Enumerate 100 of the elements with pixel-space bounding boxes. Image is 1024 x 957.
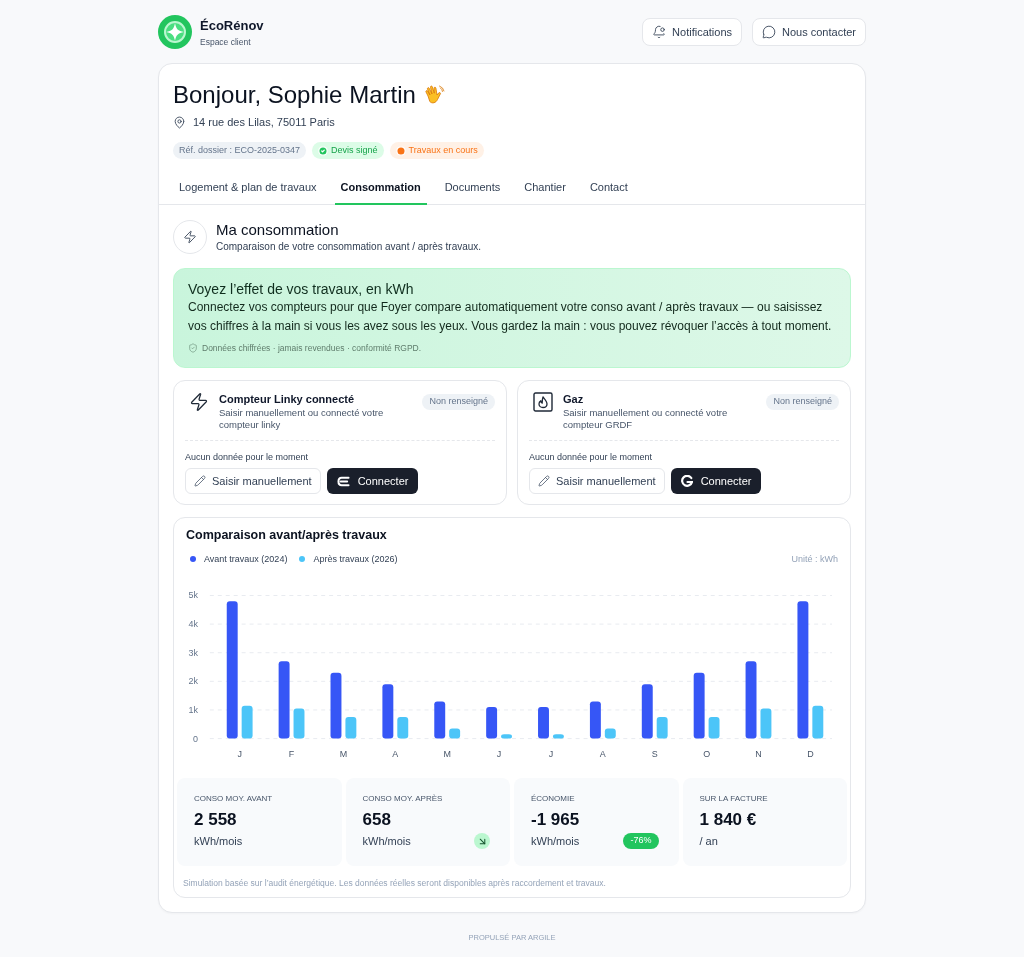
flame-icon [533,392,553,412]
x-axis-label: F [288,749,295,760]
stat-unit: kWh/mois [531,834,580,848]
manual-entry-button[interactable]: Saisir manuellement [185,468,321,494]
chart-bar [760,708,772,739]
pencil-icon [538,475,550,487]
status-badge: Réf. dossier : ECO-2025-0347 [173,142,307,159]
empty-state-text: Aucun donnée pour le moment [529,451,654,463]
status-badge: Travaux en cours [389,142,484,159]
chart-bar [293,708,305,739]
chart-bar [812,705,824,739]
chart-bar [382,684,394,739]
y-axis-label: 5k [188,590,198,601]
y-axis-label: 4k [188,619,198,630]
x-axis-label: S [651,749,658,760]
stat-value: 2 558 [194,809,238,831]
x-axis-label: J [237,749,242,760]
contact-button[interactable]: Nous contacter [752,18,866,46]
stat-label: CONSO MOY. APRÈS [362,793,444,805]
chart-bar [330,672,342,739]
empty-state-text: Aucun donnée pour le moment [185,451,310,463]
chart-bar [241,705,253,739]
section-subtitle: Comparaison de votre consommation avant / après travaux. [216,240,482,254]
unit-label: Unité : kWh [791,553,838,565]
stat-label: SUR LA FACTURE [699,793,769,805]
simulation-note: Simulation basée sur l’audit énergétique. Les données réelles seront disponibles après raccordement et travaux. [182,877,607,889]
chart-bar [656,717,668,739]
chart-bar [693,672,705,739]
status-badge: Non renseigné [422,394,495,410]
connect-button[interactable]: Connecter [670,468,762,494]
chart-bar [604,728,616,739]
brand-name: ÉcoRénov [200,16,264,34]
chart-bar [552,734,564,739]
location-pin-icon [173,115,186,129]
legend-label: Avant travaux (2024) [204,553,288,565]
tab[interactable]: Contact [583,171,634,205]
status-badge: Non renseigné [766,394,839,410]
stat-value: 1 840 € [699,809,758,831]
chart-bar [434,701,446,739]
stat-value: 658 [362,809,392,831]
meter-description: Saisir manuellement ou connecté votre compteur GRDF [563,407,729,431]
stat-label: ÉCONOMIE [531,793,576,805]
banner-note: Données chiffrées · jamais revendues · conformité RGPD. [202,342,422,354]
meter-description: Saisir manuellement ou connecté votre compteur linky [219,407,385,431]
x-axis-label: A [599,749,606,760]
chart-bar [486,707,498,739]
chart-bar [589,701,601,739]
stat-unit: kWh/mois [362,834,411,848]
x-axis-label: J [548,749,554,760]
banner-text: Connectez vos compteurs pour que Foyer compare automatiquement votre conso avant / après travaux — ou saisissez vos chiffres à la main si vous les avez sous les yeux. Vous gardez la main : vous pouvez révoquer l’accès à tout moment. [188,299,833,335]
trend-down-icon [474,833,490,849]
connect-button[interactable]: Connecter [326,468,419,494]
brand-subtitle: Espace client [200,35,252,48]
x-axis-label: N [755,749,762,760]
section-title: Ma consommation [216,220,340,240]
g-logo-icon [680,475,693,487]
stat-unit: / an [699,834,718,848]
legend-label: Après travaux (2026) [313,553,398,565]
logo-icon [158,15,192,49]
bell-icon [652,25,667,39]
shield-check-icon [188,343,198,353]
chart-bar [501,734,512,739]
tab[interactable]: Documents [438,171,507,205]
greeting-title: Bonjour, Sophie Martin [173,80,416,110]
percentage-badge: -76% [623,833,659,849]
chart-bar [708,717,720,739]
chart-bar [538,707,549,739]
x-axis-label: M [339,749,348,760]
x-axis-label: D [807,749,814,760]
stat-label: CONSO MOY. AVANT [194,793,274,805]
status-badge: Devis signé [312,142,384,159]
chart-bar [397,717,409,739]
lightning-icon [189,392,209,412]
x-axis-label: J [496,749,502,760]
x-axis-label: A [392,749,399,760]
y-axis-label: 3k [188,647,198,658]
y-axis-label: 1k [188,704,198,715]
meter-title: Compteur Linky connecté [219,392,356,406]
banner-title: Voyez l’effet de vos travaux, en kWh [188,280,415,298]
chart-bar [449,728,461,739]
x-axis-label: O [703,749,711,760]
chart-bar [641,684,653,739]
pencil-icon [194,475,206,487]
y-axis-label: 2k [188,676,198,687]
clock-icon [395,145,406,156]
chart-title: Comparaison avant/après travaux [186,527,388,543]
notifications-button[interactable]: Notifications [642,18,742,46]
check-icon [318,145,329,156]
chat-bubble-icon [762,25,776,39]
meter-title: Gaz [563,392,585,406]
tab[interactable]: Chantier [518,171,572,205]
address-text: 14 rue des Lilas, 75011 Paris [193,115,335,130]
y-axis-label: 0 [192,733,198,744]
stat-unit: kWh/mois [194,834,243,848]
x-axis-label: M [443,749,451,760]
tab[interactable]: Logement & plan de travaux [173,171,323,205]
manual-entry-button[interactable]: Saisir manuellement [529,468,665,494]
tab[interactable]: Consommation [334,171,427,205]
e-logo-icon [336,475,350,487]
chart-bar [345,717,357,739]
